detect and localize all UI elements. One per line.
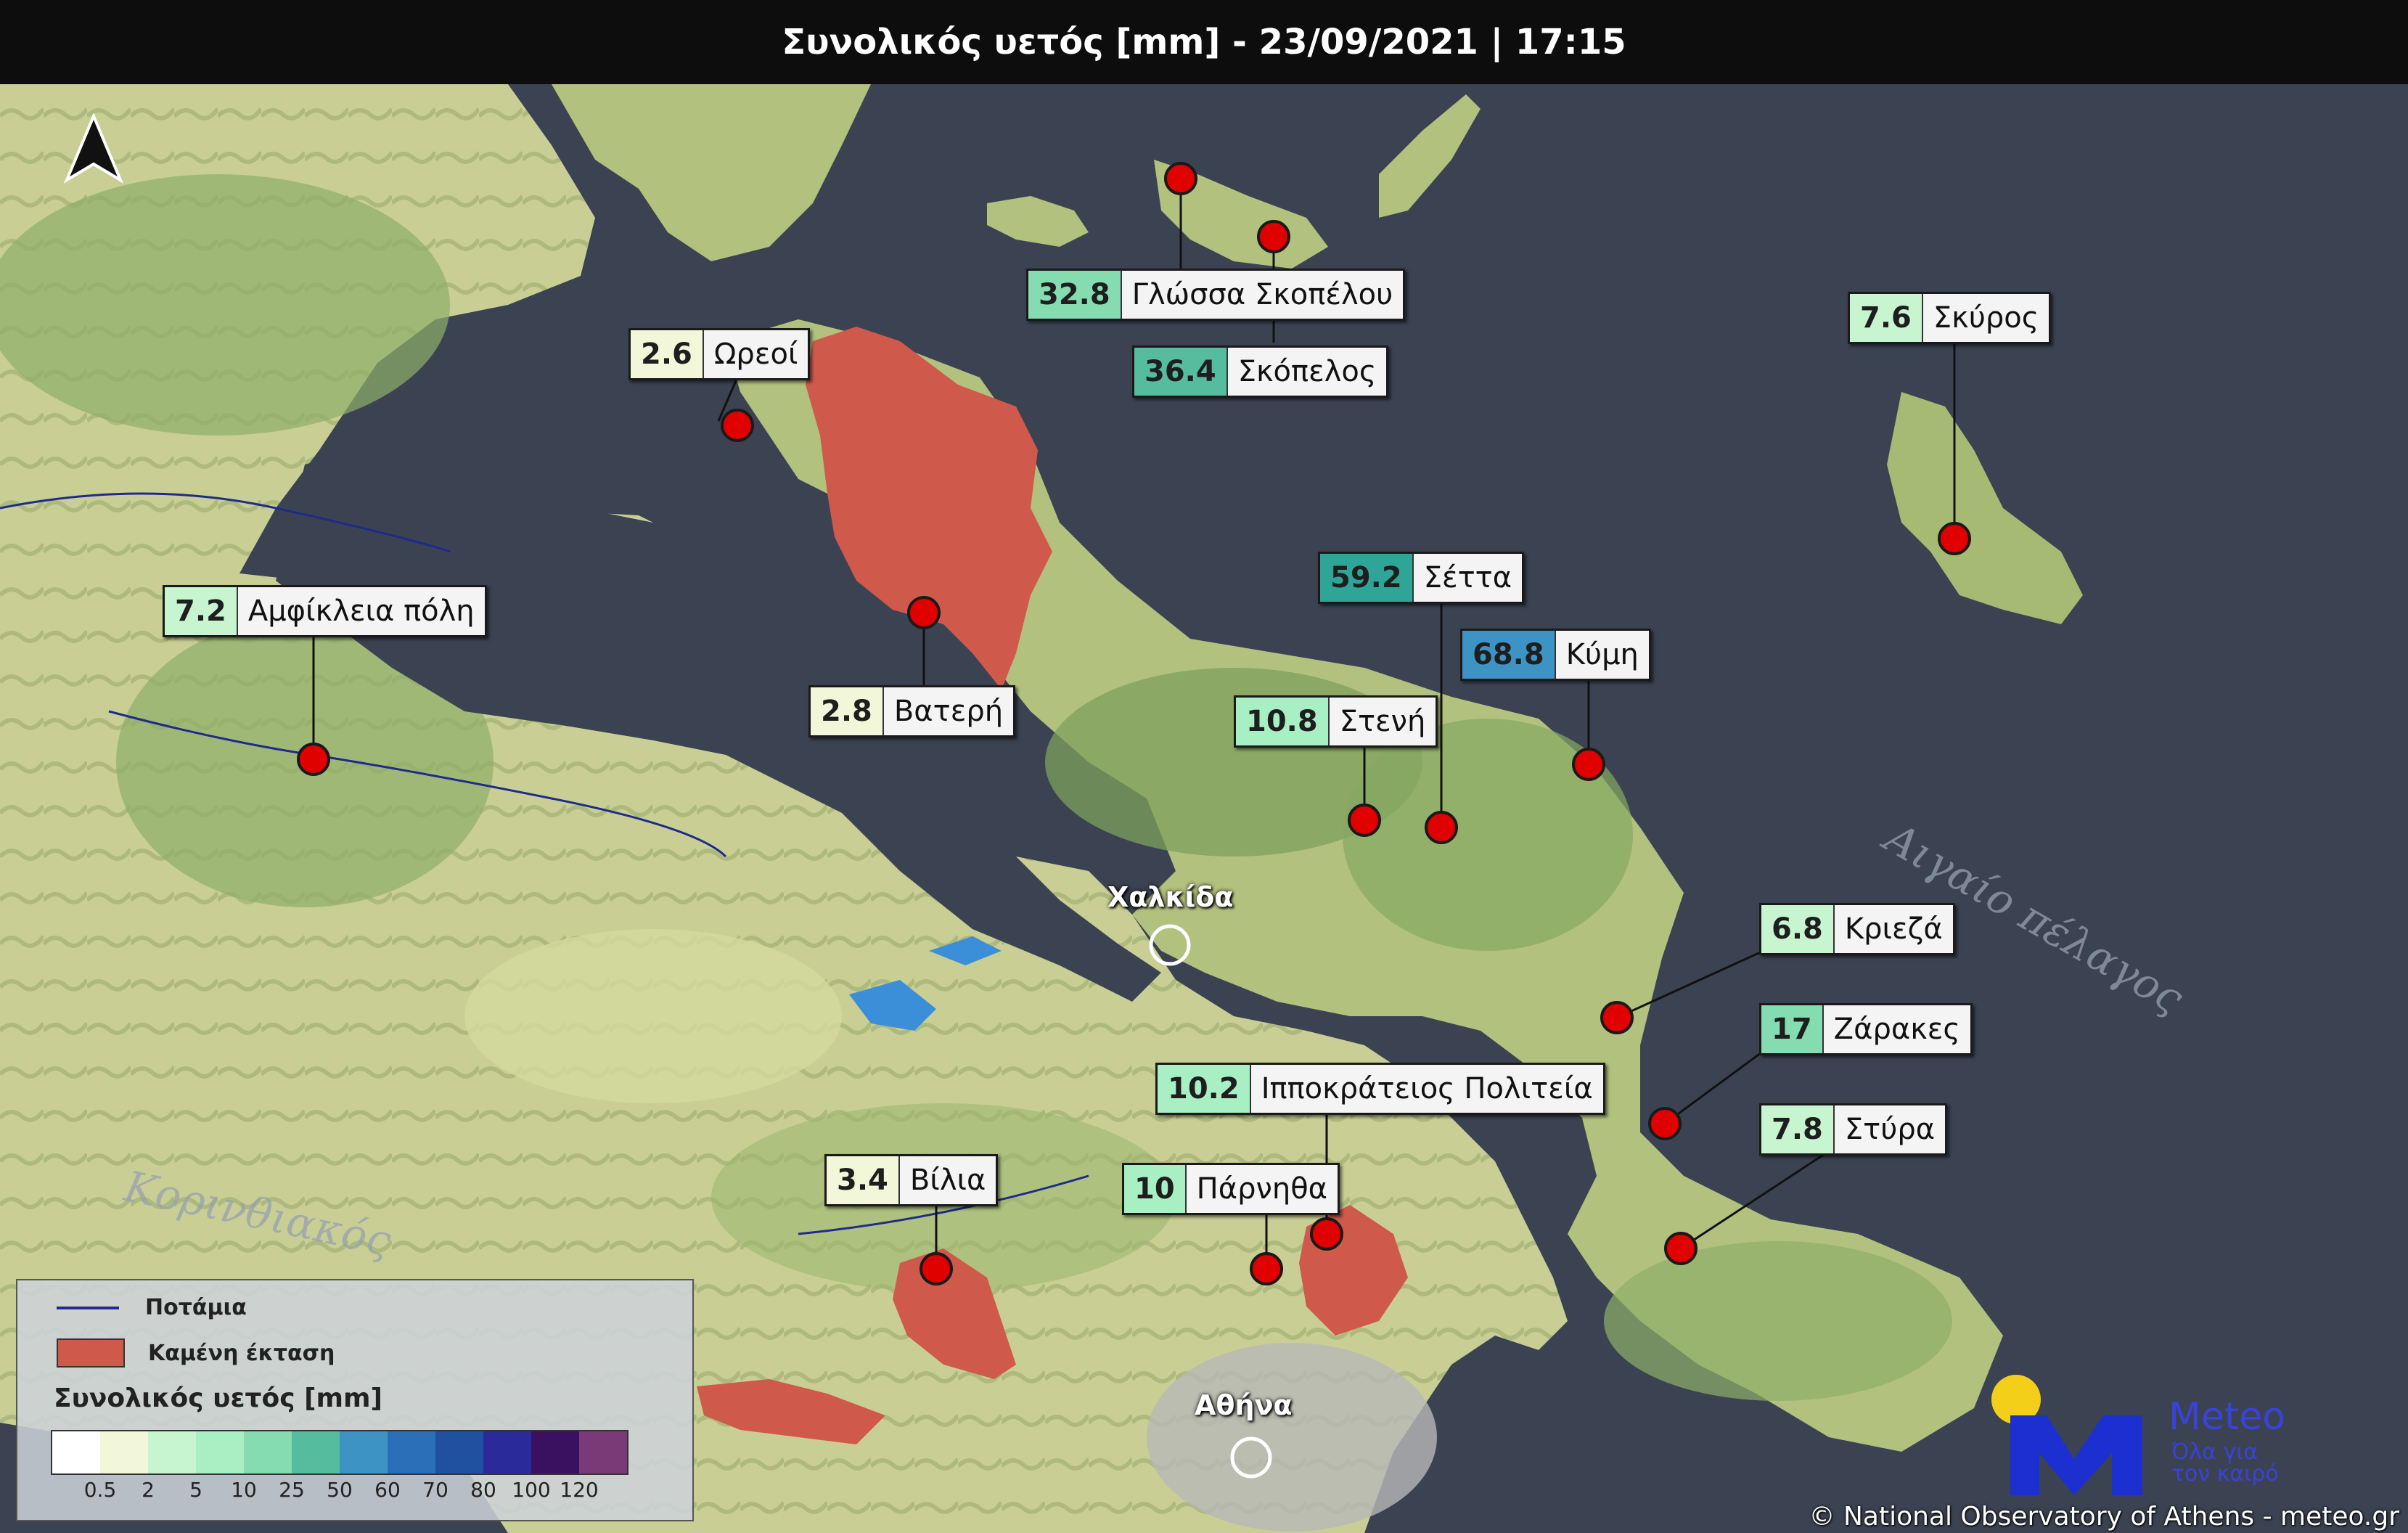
station-label-kymi: 68.8 Κύμη bbox=[1460, 629, 1651, 681]
station-value: 2.6 bbox=[631, 330, 703, 378]
legend-color-swatch bbox=[531, 1431, 579, 1473]
station-value: 17 bbox=[1761, 1005, 1822, 1053]
station-label-zarakes: 17 Ζάρακες bbox=[1759, 1003, 1973, 1055]
station-label-setta: 59.2 Σέττα bbox=[1318, 552, 1525, 604]
station-name: Σκύρος bbox=[1921, 294, 2049, 342]
legend-tick-label: 100 bbox=[512, 1478, 551, 1502]
legend-color-swatch bbox=[483, 1431, 531, 1473]
legend-color-scale bbox=[51, 1430, 628, 1475]
city-label-athens: Αθήνα bbox=[1195, 1389, 1293, 1421]
copyright-credit: © National Observatory of Athens - meteo… bbox=[1809, 1502, 2399, 1532]
station-value: 2.8 bbox=[811, 687, 882, 735]
logo-tagline: Όλα για τον καιρό bbox=[2171, 1439, 2279, 1487]
legend-color-swatch bbox=[388, 1431, 435, 1473]
legend-color-swatch bbox=[340, 1431, 388, 1473]
station-value: 6.8 bbox=[1761, 905, 1833, 953]
station-value: 7.6 bbox=[1850, 294, 1922, 342]
legend-rivers: Ποτάμια bbox=[57, 1295, 247, 1320]
legend-tick-label: 70 bbox=[422, 1478, 449, 1502]
map-stage: Συνολικός υετός [mm] - 23/09/2021 | 17:1… bbox=[0, 0, 2408, 1533]
station-value: 3.4 bbox=[827, 1156, 898, 1204]
station-value: 59.2 bbox=[1320, 554, 1412, 602]
legend-tick-label: 10 bbox=[231, 1478, 257, 1502]
legend-color-swatch bbox=[52, 1431, 100, 1473]
meteo-logo-icon bbox=[1991, 1375, 2142, 1495]
station-name: Ζάρακες bbox=[1822, 1005, 1970, 1053]
legend-color-swatch bbox=[244, 1431, 292, 1473]
legend-tick-label: 2 bbox=[142, 1478, 155, 1502]
legend-tick-label: 5 bbox=[189, 1478, 202, 1502]
legend-color-swatch bbox=[196, 1431, 244, 1473]
legend-tick-label: 60 bbox=[374, 1478, 401, 1502]
station-name: Ιπποκράτειος Πολιτεία bbox=[1249, 1065, 1603, 1113]
station-value: 10 bbox=[1124, 1165, 1185, 1213]
station-value: 7.2 bbox=[165, 587, 237, 635]
north-arrow-icon bbox=[63, 113, 124, 184]
legend-burned-label: Καμένη έκταση bbox=[148, 1340, 335, 1366]
station-name: Βίλια bbox=[898, 1156, 996, 1204]
station-label-skopelos: 36.4 Σκόπελος bbox=[1132, 346, 1389, 398]
station-label-glossa-skopelou: 32.8 Γλώσσα Σκοπέλου bbox=[1026, 269, 1406, 321]
map-title: Συνολικός υετός [mm] - 23/09/2021 | 17:1… bbox=[0, 0, 2408, 84]
station-label-amfikleia: 7.2 Αμφίκλεια πόλη bbox=[163, 585, 487, 637]
legend-burned: Καμένη έκταση bbox=[57, 1338, 335, 1368]
station-value: 36.4 bbox=[1134, 348, 1226, 396]
station-name: Γλώσσα Σκοπέλου bbox=[1120, 271, 1404, 319]
river-line-icon bbox=[57, 1306, 119, 1309]
athens-urban-area bbox=[1147, 1343, 1437, 1532]
legend-color-swatch bbox=[435, 1431, 483, 1473]
station-name: Στύρα bbox=[1832, 1105, 1946, 1153]
station-label-steni: 10.8 Στενή bbox=[1234, 695, 1438, 748]
station-value: 10.2 bbox=[1158, 1065, 1250, 1113]
station-label-vilia: 3.4 Βίλια bbox=[824, 1154, 999, 1206]
map-legend: Ποτάμια Καμένη έκταση Συνολικός υετός [m… bbox=[16, 1279, 694, 1521]
station-value: 32.8 bbox=[1028, 271, 1121, 319]
station-name: Στενή bbox=[1327, 698, 1436, 745]
legend-ticks: 0.5 2 5 10 25 50 60 70 80 100 120 bbox=[51, 1478, 660, 1507]
station-name: Ωρεοί bbox=[702, 330, 808, 378]
station-name: Κριεζά bbox=[1832, 905, 1953, 953]
station-name: Κύμη bbox=[1554, 631, 1649, 679]
station-value: 7.8 bbox=[1761, 1105, 1833, 1153]
legend-rivers-label: Ποτάμια bbox=[145, 1295, 247, 1320]
legend-tick-label: 50 bbox=[327, 1478, 353, 1502]
station-name: Σέττα bbox=[1412, 554, 1523, 602]
station-value: 68.8 bbox=[1462, 631, 1555, 679]
station-label-krieza: 6.8 Κριεζά bbox=[1759, 903, 1955, 955]
station-label-oreoi: 2.6 Ωρεοί bbox=[628, 328, 811, 380]
station-name: Σκόπελος bbox=[1226, 348, 1387, 396]
station-name: Βατερή bbox=[882, 687, 1014, 735]
station-label-styra: 7.8 Στύρα bbox=[1759, 1103, 1948, 1156]
station-name: Πάρνηθα bbox=[1184, 1165, 1338, 1213]
legend-color-swatch bbox=[579, 1431, 627, 1473]
legend-tick-label: 80 bbox=[470, 1478, 496, 1502]
logo-brand: Meteo bbox=[2169, 1395, 2286, 1439]
legend-title: Συνολικός υετός [mm] bbox=[54, 1383, 383, 1413]
legend-color-swatch bbox=[100, 1431, 148, 1473]
station-label-parnitha: 10 Πάρνηθα bbox=[1122, 1163, 1340, 1215]
legend-tick-label: 120 bbox=[560, 1478, 599, 1502]
station-value: 10.8 bbox=[1236, 698, 1328, 745]
station-label-vateri: 2.8 Βατερή bbox=[808, 685, 1016, 737]
station-name: Αμφίκλεια πόλη bbox=[236, 587, 485, 635]
station-label-ippokrateios-politeia: 10.2 Ιπποκράτειος Πολιτεία bbox=[1155, 1063, 1605, 1115]
legend-color-swatch bbox=[148, 1431, 196, 1473]
legend-tick-label: 25 bbox=[279, 1478, 305, 1502]
burned-area-swatch-icon bbox=[57, 1338, 125, 1368]
meteo-logo: Meteo Όλα για τον καιρό bbox=[1989, 1372, 2293, 1495]
legend-tick-label: 0.5 bbox=[83, 1478, 117, 1502]
city-label-chalkida: Χαλκίδα bbox=[1107, 881, 1234, 913]
legend-color-swatch bbox=[292, 1431, 340, 1473]
station-label-skyros: 7.6 Σκύρος bbox=[1848, 292, 2052, 344]
